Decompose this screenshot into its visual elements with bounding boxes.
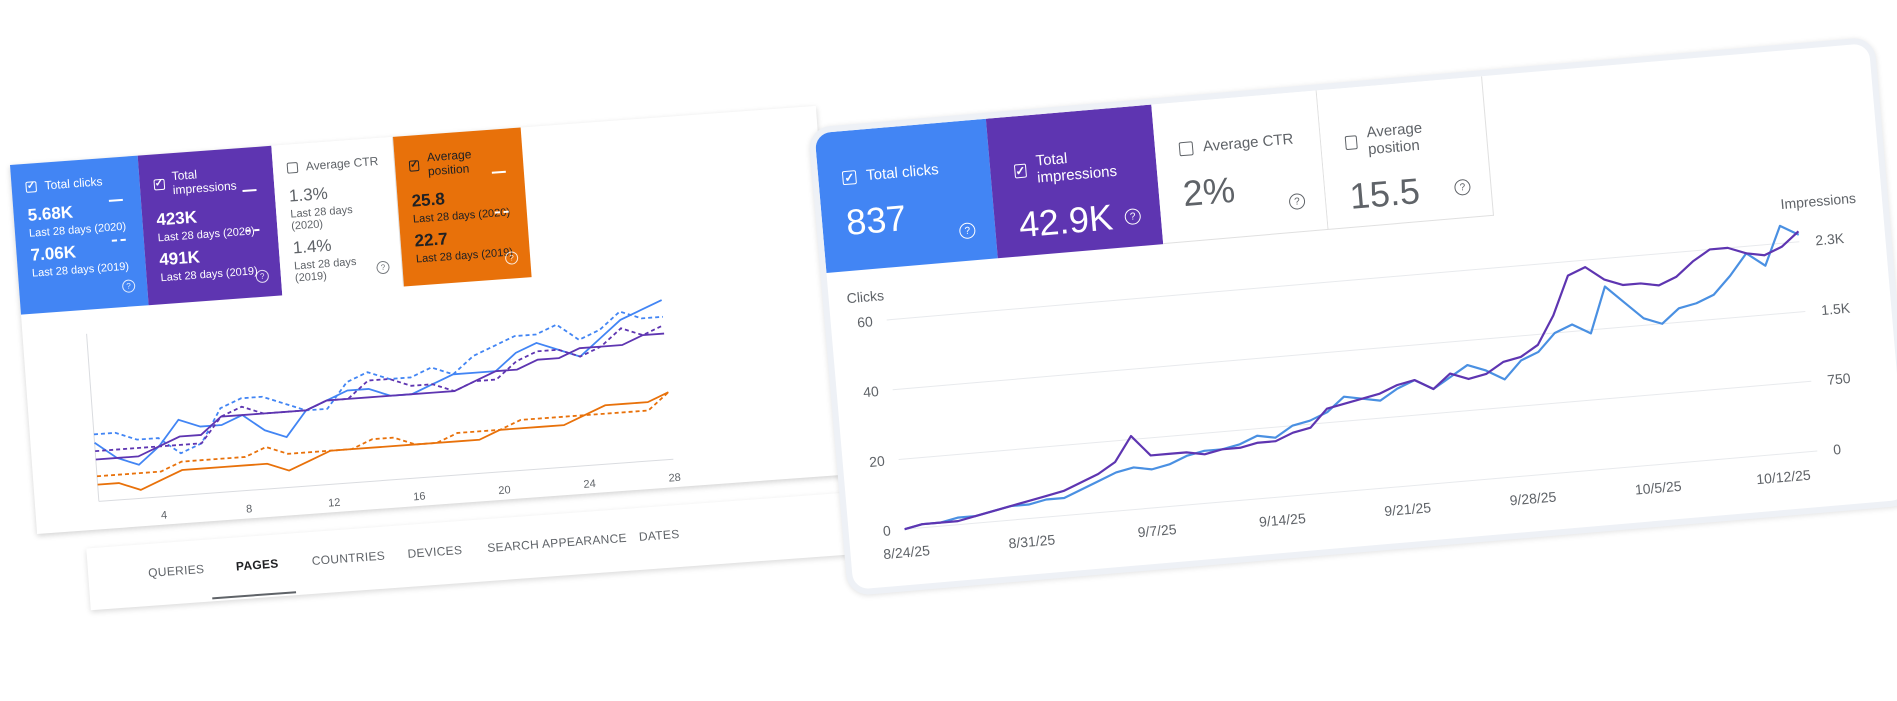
help-icon[interactable]: ? [1124, 207, 1142, 226]
x-tick-label: 24 [583, 478, 596, 491]
series-line-total-impressions-solid [95, 332, 665, 461]
metric-label: Average CTR [305, 154, 379, 174]
metric-label: Total impressions [171, 167, 238, 198]
y-right-tick-label: 0 [1833, 441, 1842, 458]
performance-card: Total clicks 5.68K Last 28 days (2020) 7… [10, 105, 843, 535]
tab-queries[interactable]: QUERIES [148, 562, 205, 580]
y-right-tick-label: 2.3K [1815, 230, 1846, 248]
metric-average-ctr[interactable]: Average CTR 2% ? [1151, 90, 1329, 245]
x-tick-label: 12 [328, 497, 341, 510]
x-tick-label: 9/7/25 [1137, 521, 1177, 540]
checkbox-icon[interactable] [1178, 140, 1194, 156]
metric-average-position[interactable]: Average position 25.8 Last 28 days (2020… [392, 127, 532, 287]
x-tick-label: 9/14/25 [1258, 510, 1306, 530]
y-right-axis-label: Impressions [1780, 190, 1857, 212]
y-left-axis-label: Clicks [846, 287, 885, 306]
y-left-tick-label: 0 [882, 522, 891, 539]
gridline [892, 310, 1806, 391]
tab-pages[interactable]: PAGES [236, 556, 280, 573]
help-icon[interactable]: ? [121, 279, 136, 294]
active-tab-indicator [212, 591, 297, 600]
help-icon[interactable]: ? [958, 222, 977, 240]
search-performance-panel-2025: Total clicks 837 ? Total impressions 42.… [808, 36, 1897, 597]
metric-average-ctr[interactable]: Average CTR 1.3% Last 28 days (2020) 1.4… [271, 136, 404, 296]
y-left-tick-label: 60 [857, 313, 874, 330]
y-right-tick-label: 1.5K [1821, 300, 1852, 318]
metric-label: Average position [1365, 119, 1423, 159]
y-left-tick-label: 40 [863, 383, 880, 400]
legend-solid-icon [491, 170, 506, 174]
help-icon[interactable]: ? [255, 269, 270, 284]
x-tick-label: 9/28/25 [1509, 488, 1557, 508]
x-tick-label: 16 [413, 490, 426, 503]
checkbox-icon[interactable] [153, 178, 165, 191]
tab-countries[interactable]: COUNTRIES [311, 549, 385, 568]
help-icon[interactable]: ? [1288, 192, 1306, 211]
legend-solid-icon [242, 189, 257, 193]
performance-card: Total clicks 837 ? Total impressions 42.… [808, 36, 1897, 597]
checkbox-icon[interactable] [408, 159, 420, 172]
metric-value: 837 [844, 197, 908, 244]
y-right-tick-label: 750 [1827, 370, 1852, 388]
metric-average-position[interactable]: Average position 15.5 ? [1316, 76, 1495, 230]
metric-period-2019: Last 28 days (2019) [293, 255, 357, 285]
y-axis-line [86, 333, 100, 502]
x-tick-label: 8/24/25 [883, 542, 931, 562]
x-tick-label: 9/21/25 [1384, 499, 1432, 519]
checkbox-icon[interactable] [841, 169, 857, 185]
search-performance-panel-2020: Total clicks 5.68K Last 28 days (2020) 7… [10, 105, 849, 614]
tab-dates[interactable]: DATES [638, 527, 680, 544]
x-tick-label: 8 [246, 503, 253, 515]
tab-devices[interactable]: DEVICES [407, 543, 463, 561]
x-tick-label: 10/5/25 [1634, 478, 1682, 498]
metric-label: Total clicks [44, 174, 103, 193]
metric-label: Total clicks [865, 161, 940, 185]
tab-search-appearance[interactable]: SEARCH APPEARANCE [487, 531, 627, 555]
series-line-total-clicks-solid [94, 299, 663, 466]
metric-value: 2% [1181, 168, 1237, 215]
x-tick-label: 20 [498, 484, 511, 497]
checkbox-icon[interactable] [1013, 163, 1028, 179]
series-line-total-clicks-dashed [93, 310, 663, 455]
x-tick-label: 28 [668, 472, 681, 485]
metric-total-clicks[interactable]: Total clicks 837 ? [814, 118, 998, 273]
metric-value: 42.9K [1017, 196, 1115, 246]
metric-period-2020: Last 28 days (2020) [289, 204, 354, 233]
gridline [898, 380, 1812, 460]
x-tick-label: 8/31/25 [1008, 531, 1056, 551]
checkbox-icon[interactable] [25, 180, 38, 193]
y-left-tick-label: 20 [868, 453, 885, 470]
metric-total-impressions[interactable]: Total impressions 42.9K ? [985, 104, 1164, 259]
help-icon[interactable]: ? [1453, 178, 1472, 196]
help-icon[interactable]: ? [504, 251, 519, 265]
series-line-total-impressions-dashed [95, 324, 664, 453]
x-tick-label: 4 [161, 509, 168, 521]
metric-total-impressions[interactable]: Total impressions 423K Last 28 days (202… [137, 145, 283, 306]
x-tick-label: 10/12/25 [1756, 467, 1812, 488]
metric-label: Total impressions [1035, 149, 1118, 187]
metric-total-clicks[interactable]: Total clicks 5.68K Last 28 days (2020) 7… [10, 155, 149, 315]
metric-label: Average CTR [1202, 130, 1295, 156]
checkbox-icon[interactable] [1344, 135, 1359, 151]
metric-value: 15.5 [1348, 170, 1422, 217]
checkbox-icon[interactable] [286, 161, 299, 174]
series-line-average-position-dashed [96, 391, 670, 478]
